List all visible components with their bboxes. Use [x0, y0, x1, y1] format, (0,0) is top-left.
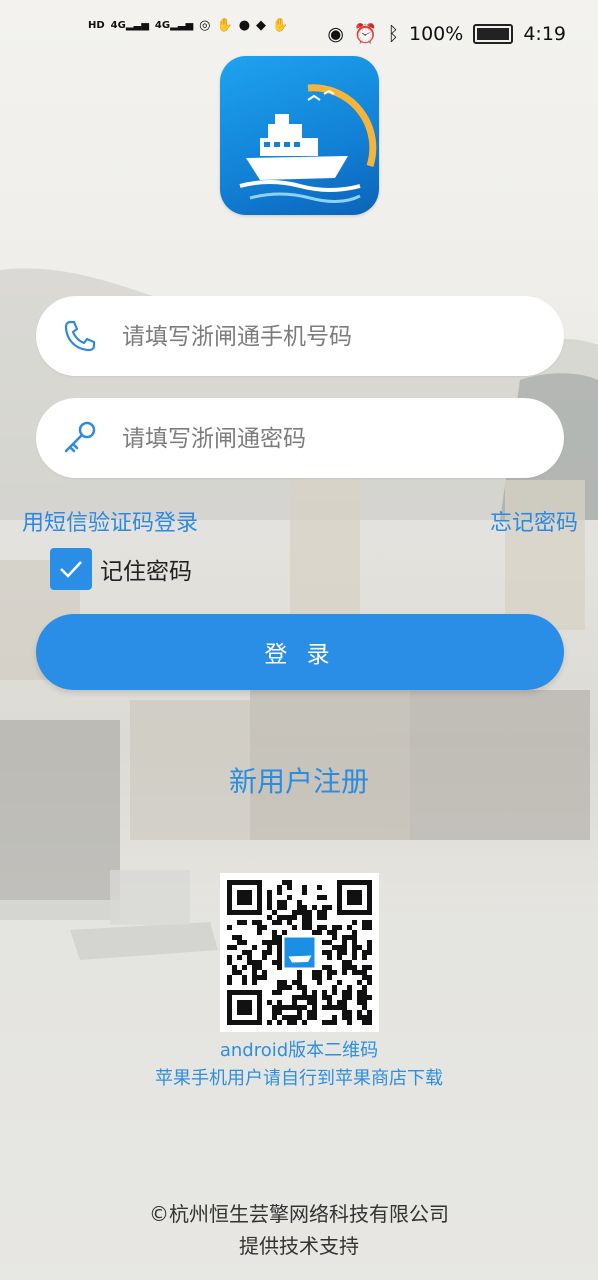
sms-login-link[interactable]: 用短信验证码登录 — [22, 505, 198, 537]
wifi-calling-icon: ◎ — [199, 18, 211, 33]
key-icon — [64, 421, 96, 453]
alarm-icon: ⏰ — [353, 23, 378, 45]
bluetooth-icon: ᛒ — [387, 22, 399, 45]
signal-icon: 4G▂▃▅ — [110, 19, 149, 31]
footer-copyright: ©杭州恒生芸擎网络科技有限公司 — [149, 1202, 449, 1226]
password-input[interactable] — [120, 398, 544, 480]
remember-label: 记住密码 — [100, 559, 192, 585]
app-logo — [220, 56, 379, 215]
battery-icon — [473, 23, 514, 44]
battery-percent: 100% — [409, 22, 464, 45]
login-button[interactable]: 登 录 — [36, 614, 564, 690]
hand-icon-2: ✋ — [272, 18, 289, 33]
hd-icon: HD — [88, 19, 105, 31]
qr-code-image — [227, 880, 372, 1025]
qr-caption-ios: 苹果手机用户请自行到苹果商店下载 — [155, 1068, 443, 1089]
phone-field[interactable] — [36, 296, 564, 378]
phone-icon — [64, 320, 96, 352]
phone-input[interactable] — [120, 296, 544, 378]
clock: 4:19 — [523, 22, 566, 45]
remember-password[interactable]: 记住密码 — [50, 548, 192, 590]
chat-icon: ● — [238, 18, 251, 33]
qr-code — [220, 873, 379, 1032]
signal-icon-2: 4G▂▃▅ — [154, 19, 194, 31]
eye-icon: ◉ — [327, 22, 344, 45]
status-left: HD 4G▂▃▅ 4G▂▃▅ ◎ ✋ ● ◆ ✋ — [88, 18, 288, 33]
check-icon — [60, 561, 82, 578]
hand-icon: ✋ — [216, 18, 233, 33]
footer-support: 提供技术支持 — [239, 1234, 359, 1258]
remember-checkbox[interactable] — [50, 548, 92, 590]
register-link[interactable]: 新用户注册 — [0, 760, 598, 800]
password-field[interactable] — [36, 398, 564, 480]
status-right: ◉ ⏰ ᛒ 100% 4:19 — [327, 22, 566, 46]
forgot-password-link[interactable]: 忘记密码 — [490, 505, 578, 537]
qr-caption-android: android版本二维码 — [219, 1040, 379, 1061]
ship-logo-icon — [239, 84, 377, 203]
shield-icon: ◆ — [256, 18, 267, 33]
